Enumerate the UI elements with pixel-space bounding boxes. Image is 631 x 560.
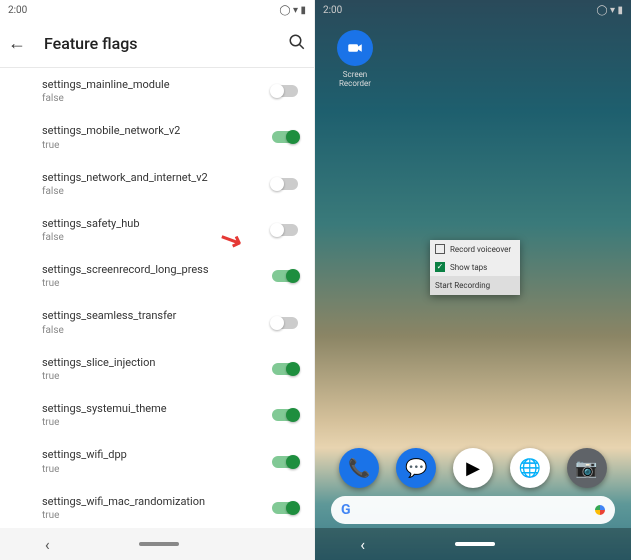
flag-name: settings_mobile_network_v2 [42,124,180,138]
toggle-switch[interactable] [272,178,298,190]
showtaps-label: Show taps [450,263,487,272]
status-bar: 2:00 ◯ ▾ ▮ [0,0,314,20]
dock-app-play[interactable]: ▶ [453,448,493,488]
assistant-icon[interactable] [595,505,605,515]
toggle-switch[interactable] [272,363,298,375]
flag-row[interactable]: settings_safety_hubfalse [0,207,314,253]
nav-home-pill[interactable] [139,542,179,546]
checkbox-checked-icon[interactable]: ✓ [435,262,445,272]
toggle-switch[interactable] [272,409,298,421]
search-icon[interactable] [282,33,306,55]
recorder-dialog: Record voiceover ✓ Show taps Start Recor… [430,240,520,295]
flag-value: false [42,186,208,197]
status-bar-right: 2:00 ◯ ▾ ▮ [315,0,631,20]
flag-row[interactable]: settings_screenrecord_long_presstrue [0,253,314,299]
flag-row[interactable]: settings_seamless_transferfalse [0,299,314,345]
flag-name: settings_systemui_theme [42,402,167,416]
status-time-right: 2:00 [323,5,342,16]
app-label: Screen Recorder [327,70,383,88]
status-time: 2:00 [8,5,27,16]
google-search-bar[interactable]: G [331,496,615,524]
nav-bar-right: ‹ [315,528,631,560]
app-header: ← Feature flags [0,20,314,68]
nav-home-pill-right[interactable] [455,542,495,546]
dock: 📞 💬 ▶ 🌐 📷 [315,444,631,492]
flag-value: false [42,325,176,336]
flag-row[interactable]: settings_slice_injectiontrue [0,346,314,392]
toggle-switch[interactable] [272,502,298,514]
toggle-switch[interactable] [272,270,298,282]
status-icons-right: ◯ ▾ ▮ [596,5,623,16]
flags-list: settings_mainline_modulefalsesettings_mo… [0,68,314,528]
flag-name: settings_slice_injection [42,356,155,370]
flag-value: true [42,278,209,289]
flag-name: settings_safety_hub [42,217,140,231]
dock-app-camera[interactable]: 📷 [567,448,607,488]
voiceover-row[interactable]: Record voiceover [430,240,520,258]
toggle-switch[interactable] [272,456,298,468]
back-icon[interactable]: ← [8,33,32,54]
dock-app-phone[interactable]: 📞 [339,448,379,488]
flag-value: true [42,371,155,382]
toggle-switch[interactable] [272,317,298,329]
page-title: Feature flags [32,34,282,53]
nav-bar: ‹ [0,528,314,560]
flag-row[interactable]: settings_systemui_themetrue [0,392,314,438]
dock-app-chrome[interactable]: 🌐 [510,448,550,488]
start-recording-button[interactable]: Start Recording [430,276,520,295]
flag-value: true [42,464,127,475]
status-icons: ◯ ▾ ▮ [279,5,306,16]
flag-row[interactable]: settings_network_and_internet_v2false [0,161,314,207]
flag-row[interactable]: settings_mobile_network_v2true [0,114,314,160]
flag-row[interactable]: settings_wifi_dpptrue [0,438,314,484]
flag-row[interactable]: settings_mainline_modulefalse [0,68,314,114]
flag-row[interactable]: settings_wifi_mac_randomizationtrue [0,485,314,528]
screen-recorder-app[interactable]: Screen Recorder [327,30,383,88]
toggle-switch[interactable] [272,131,298,143]
voiceover-label: Record voiceover [450,245,511,254]
nav-back-icon[interactable]: ‹ [45,535,50,554]
flag-value: false [42,232,140,243]
flag-value: false [42,93,170,104]
camera-icon [337,30,373,66]
flag-value: true [42,510,205,521]
dock-app-messages[interactable]: 💬 [396,448,436,488]
flag-value: true [42,140,180,151]
flag-value: true [42,417,167,428]
google-logo: G [341,502,351,518]
flag-name: settings_network_and_internet_v2 [42,171,208,185]
flag-name: settings_wifi_mac_randomization [42,495,205,509]
nav-back-icon-right[interactable]: ‹ [360,535,365,554]
showtaps-row[interactable]: ✓ Show taps [430,258,520,276]
checkbox-icon[interactable] [435,244,445,254]
flag-name: settings_mainline_module [42,78,170,92]
toggle-switch[interactable] [272,224,298,236]
toggle-switch[interactable] [272,85,298,97]
flag-name: settings_screenrecord_long_press [42,263,209,277]
flag-name: settings_wifi_dpp [42,448,127,462]
flag-name: settings_seamless_transfer [42,309,176,323]
